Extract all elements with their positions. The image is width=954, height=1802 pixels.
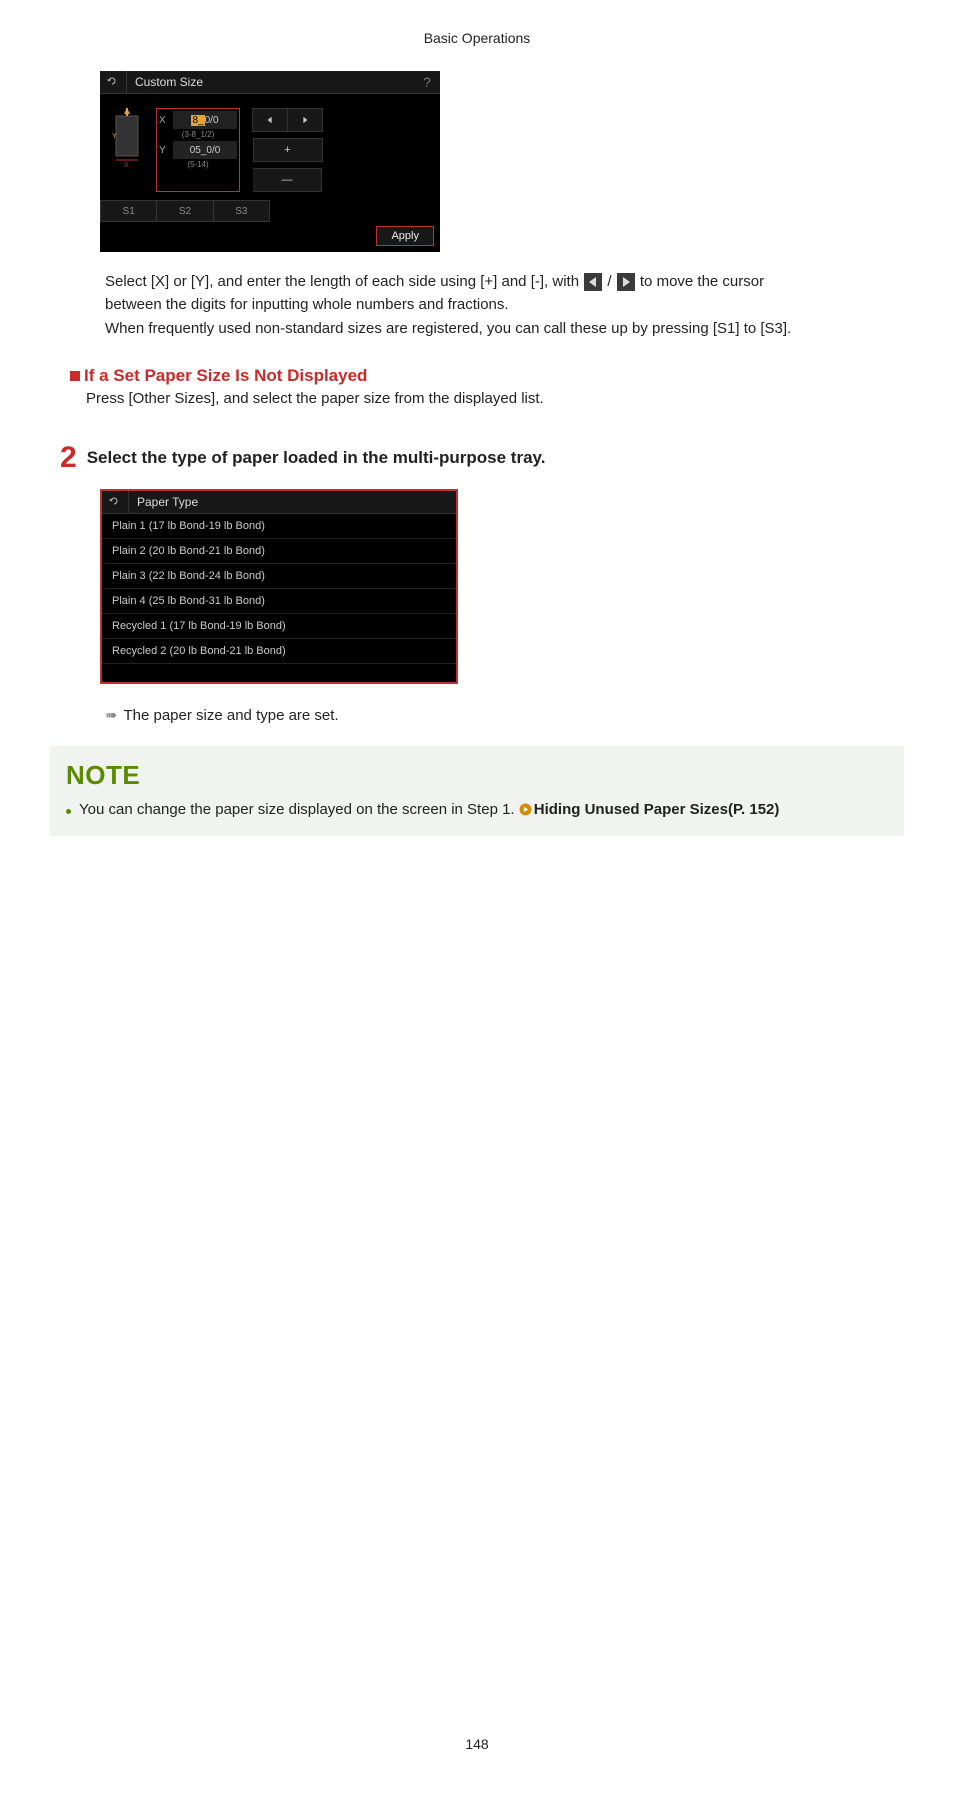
- preset-s2-button[interactable]: S2: [157, 200, 213, 222]
- paper-type-panel: Paper Type Plain 1 (17 lb Bond-19 lb Bon…: [100, 489, 458, 684]
- paper-type-item[interactable]: Plain 2 (20 lb Bond-21 lb Bond): [102, 539, 456, 564]
- note-bullet-text: You can change the paper size displayed …: [79, 801, 779, 818]
- paper-type-item[interactable]: Plain 3 (22 lb Bond-24 lb Bond): [102, 564, 456, 589]
- preset-s1-button[interactable]: S1: [100, 200, 157, 222]
- page-number: 148: [50, 1736, 904, 1752]
- back-icon[interactable]: [102, 491, 129, 513]
- dimension-inputs: X 8_0/0 (3-8_1/2) Y 05_0/0 (5-14): [156, 108, 240, 192]
- cursor-right-button[interactable]: [288, 108, 323, 132]
- link-icon: [519, 803, 532, 816]
- left-arrow-icon: [584, 273, 602, 291]
- x-input[interactable]: 8_0/0: [173, 111, 237, 129]
- plus-button[interactable]: +: [253, 138, 323, 162]
- section-marker-icon: [70, 371, 80, 381]
- help-icon[interactable]: ?: [414, 74, 440, 90]
- custom-size-panel: Custom Size ? Y X: [100, 71, 440, 252]
- y-range: (5-14): [159, 160, 237, 169]
- page-header: Basic Operations: [50, 30, 904, 46]
- x-label: X: [159, 115, 169, 126]
- custom-size-instructions: Select [X] or [Y], and enter the length …: [105, 270, 904, 340]
- bullet-icon: [66, 809, 71, 814]
- step-number: 2: [60, 441, 77, 475]
- note-title: NOTE: [66, 760, 888, 791]
- subsection-heading: If a Set Paper Size Is Not Displayed: [84, 366, 367, 386]
- right-arrow-icon: [617, 273, 635, 291]
- subsection-body: Press [Other Sizes], and select the pape…: [86, 390, 904, 407]
- size-diagram: Y X: [110, 108, 150, 168]
- svg-text:Y: Y: [112, 133, 117, 140]
- result-arrow-icon: ➠: [105, 707, 116, 724]
- result-line: ➠ The paper size and type are set.: [105, 706, 904, 724]
- apply-button[interactable]: Apply: [376, 226, 434, 246]
- cross-reference-link[interactable]: Hiding Unused Paper Sizes(P. 152): [534, 801, 780, 818]
- paper-type-item[interactable]: Plain 4 (25 lb Bond-31 lb Bond): [102, 589, 456, 614]
- note-box: NOTE You can change the paper size displ…: [50, 746, 904, 836]
- cursor-left-button[interactable]: [252, 108, 288, 132]
- preset-s3-button[interactable]: S3: [214, 200, 270, 222]
- paper-type-item[interactable]: Recycled 2 (20 lb Bond-21 lb Bond): [102, 639, 456, 664]
- paper-type-item[interactable]: Plain 1 (17 lb Bond-19 lb Bond): [102, 514, 456, 539]
- step-text: Select the type of paper loaded in the m…: [87, 448, 546, 468]
- panel-title: Paper Type: [129, 495, 456, 509]
- x-range: (3-8_1/2): [159, 130, 237, 139]
- y-label: Y: [159, 145, 169, 156]
- minus-button[interactable]: —: [253, 168, 322, 192]
- panel-title: Custom Size: [127, 75, 414, 89]
- back-icon[interactable]: [100, 71, 127, 93]
- svg-text:X: X: [124, 162, 129, 168]
- y-input[interactable]: 05_0/0: [173, 141, 237, 159]
- paper-type-item[interactable]: Recycled 1 (17 lb Bond-19 lb Bond): [102, 614, 456, 639]
